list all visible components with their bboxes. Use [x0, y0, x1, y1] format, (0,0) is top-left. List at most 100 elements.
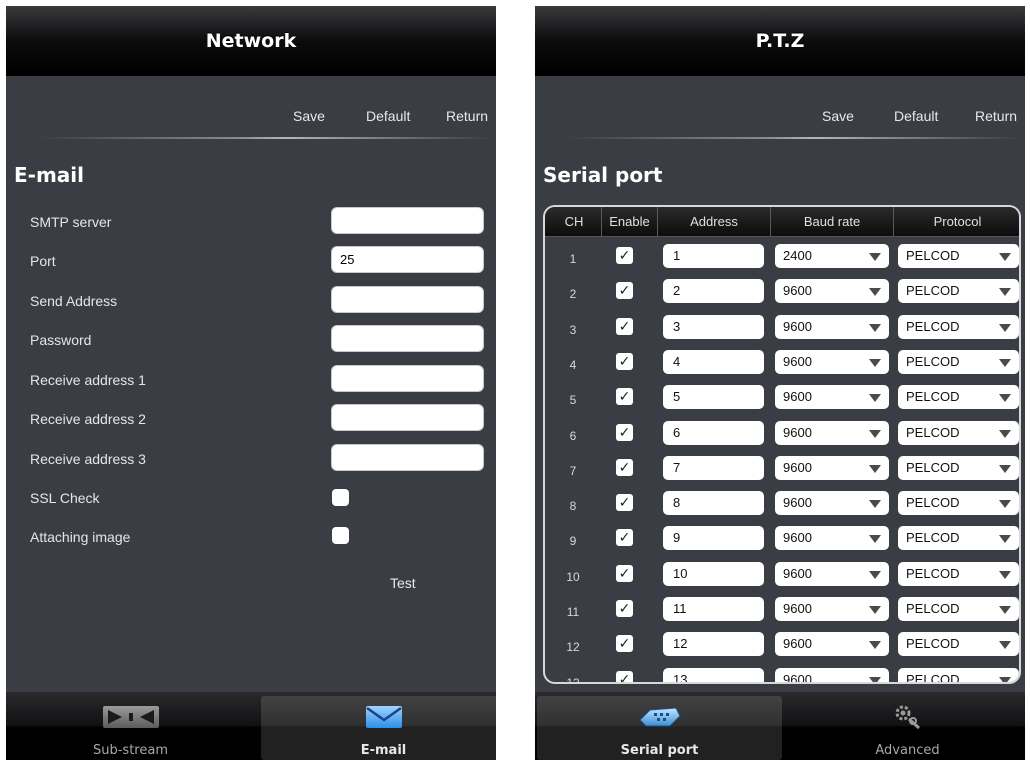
address-input[interactable]: 2 [663, 279, 764, 304]
protocol-value: PELCOD [906, 353, 960, 369]
dropdown-arrow-icon [999, 676, 1011, 682]
enable-checkbox[interactable]: ✓ [616, 352, 633, 370]
enable-checkbox[interactable]: ✓ [616, 564, 633, 582]
baud-rate-value: 9600 [783, 459, 812, 475]
channel-number: 5 [569, 393, 577, 408]
protocol-select[interactable]: PELCOD [898, 349, 1019, 374]
ssl-check-checkbox[interactable] [332, 489, 349, 506]
protocol-select[interactable]: PELCOD [898, 314, 1019, 339]
baud-rate-select[interactable]: 9600 [775, 632, 889, 657]
tab-advanced-label: Advanced [875, 743, 940, 758]
protocol-select[interactable]: PELCOD [898, 420, 1019, 445]
baud-rate-value: 9600 [783, 601, 812, 616]
enable-checkbox[interactable]: ✓ [616, 247, 633, 264]
enable-checkbox[interactable]: ✓ [616, 282, 633, 300]
baud-rate-select[interactable]: 9600 [775, 526, 889, 551]
table-row: 6 ✓ 6 9600 PELCOD [545, 418, 1019, 453]
baud-rate-value: 9600 [783, 495, 812, 511]
address-input[interactable]: 7 [663, 455, 764, 480]
protocol-value: PELCOD [906, 671, 960, 684]
address-input[interactable]: 4 [663, 349, 764, 374]
tab-advanced[interactable]: Advanced [790, 696, 1025, 760]
enable-checkbox[interactable]: ✓ [616, 529, 633, 547]
baud-rate-select[interactable]: 9600 [775, 667, 889, 682]
baud-rate-value: 9600 [783, 353, 812, 369]
dropdown-arrow-icon [999, 394, 1011, 403]
baud-rate-select[interactable]: 9600 [775, 279, 889, 304]
dropdown-arrow-icon [999, 570, 1011, 579]
protocol-select[interactable]: PELCOD [898, 491, 1019, 516]
enable-checkbox[interactable]: ✓ [616, 458, 633, 476]
baud-rate-select[interactable]: 9600 [775, 597, 889, 621]
port-input[interactable] [331, 246, 484, 273]
baud-rate-select[interactable]: 9600 [775, 455, 889, 480]
password-label: Password [30, 332, 92, 348]
receive-address-1-input[interactable] [331, 365, 484, 392]
password-input[interactable] [331, 325, 484, 352]
receive-address-2-input[interactable] [331, 404, 484, 431]
save-button[interactable]: Save [293, 108, 325, 124]
address-input[interactable]: 6 [663, 420, 764, 445]
default-button[interactable]: Default [894, 108, 938, 124]
enable-checkbox[interactable]: ✓ [616, 423, 633, 441]
toolbar-divider [36, 137, 490, 139]
protocol-select[interactable]: PELCOD [898, 244, 1019, 268]
protocol-select[interactable]: PELCOD [898, 561, 1019, 586]
return-button[interactable]: Return [975, 108, 1017, 124]
receive-address-2-label: Receive address 2 [30, 411, 146, 427]
address-input[interactable]: 10 [663, 561, 764, 586]
tab-email[interactable]: E-mail [261, 696, 496, 760]
baud-rate-select[interactable]: 9600 [775, 420, 889, 445]
baud-rate-select[interactable]: 9600 [775, 561, 889, 586]
channel-number: 6 [569, 428, 577, 443]
protocol-select[interactable]: PELCOD [898, 279, 1019, 304]
address-input[interactable]: 13 [663, 667, 764, 682]
table-row: 8 ✓ 8 9600 PELCOD [545, 488, 1019, 523]
test-button[interactable]: Test [390, 575, 416, 591]
address-input[interactable]: 12 [663, 632, 764, 657]
protocol-select[interactable]: PELCOD [898, 455, 1019, 480]
receive-address-3-input[interactable] [331, 444, 484, 471]
address-input[interactable]: 5 [663, 385, 764, 410]
header-ch: CH [564, 214, 584, 229]
enable-checkbox[interactable]: ✓ [616, 600, 633, 617]
attaching-image-checkbox[interactable] [332, 527, 349, 544]
address-input[interactable]: 3 [663, 314, 764, 339]
baud-rate-select[interactable]: 2400 [775, 244, 889, 268]
enable-checkbox[interactable]: ✓ [616, 635, 633, 653]
baud-rate-select[interactable]: 9600 [775, 385, 889, 410]
address-input[interactable]: 11 [663, 597, 764, 621]
protocol-value: PELCOD [906, 530, 960, 546]
baud-rate-value: 9600 [783, 530, 812, 546]
enable-checkbox[interactable]: ✓ [616, 388, 633, 406]
smtp-server-label: SMTP server [30, 214, 112, 230]
channel-number: 13 [566, 675, 580, 684]
protocol-select[interactable]: PELCOD [898, 597, 1019, 621]
protocol-select[interactable]: PELCOD [898, 385, 1019, 410]
enable-checkbox[interactable]: ✓ [616, 494, 633, 512]
tab-serial-port[interactable]: Serial port [537, 696, 782, 760]
enable-checkbox[interactable]: ✓ [616, 317, 633, 335]
tab-sub-stream[interactable]: Sub-stream [8, 696, 253, 760]
baud-rate-select[interactable]: 9600 [775, 491, 889, 516]
header-enable: Enable [609, 214, 650, 229]
gears-icon [893, 704, 923, 735]
save-button[interactable]: Save [822, 108, 854, 124]
baud-rate-select[interactable]: 9600 [775, 349, 889, 374]
send-address-input[interactable] [331, 286, 484, 313]
address-input[interactable]: 9 [663, 526, 764, 551]
protocol-value: PELCOD [906, 459, 960, 475]
protocol-select[interactable]: PELCOD [898, 526, 1019, 551]
baud-rate-select[interactable]: 9600 [775, 314, 889, 339]
enable-checkbox[interactable]: ✓ [616, 670, 633, 682]
address-input[interactable]: 8 [663, 491, 764, 516]
protocol-select[interactable]: PELCOD [898, 667, 1019, 684]
sub-stream-icon [102, 704, 160, 735]
smtp-server-input[interactable] [331, 207, 484, 234]
protocol-select[interactable]: PELCOD [898, 632, 1019, 657]
address-input[interactable]: 1 [663, 244, 764, 268]
default-button[interactable]: Default [366, 108, 410, 124]
table-header: CH Enable Address Baud rate Protocol [545, 207, 1019, 237]
return-button[interactable]: Return [446, 108, 488, 124]
channel-number: 7 [569, 463, 577, 478]
